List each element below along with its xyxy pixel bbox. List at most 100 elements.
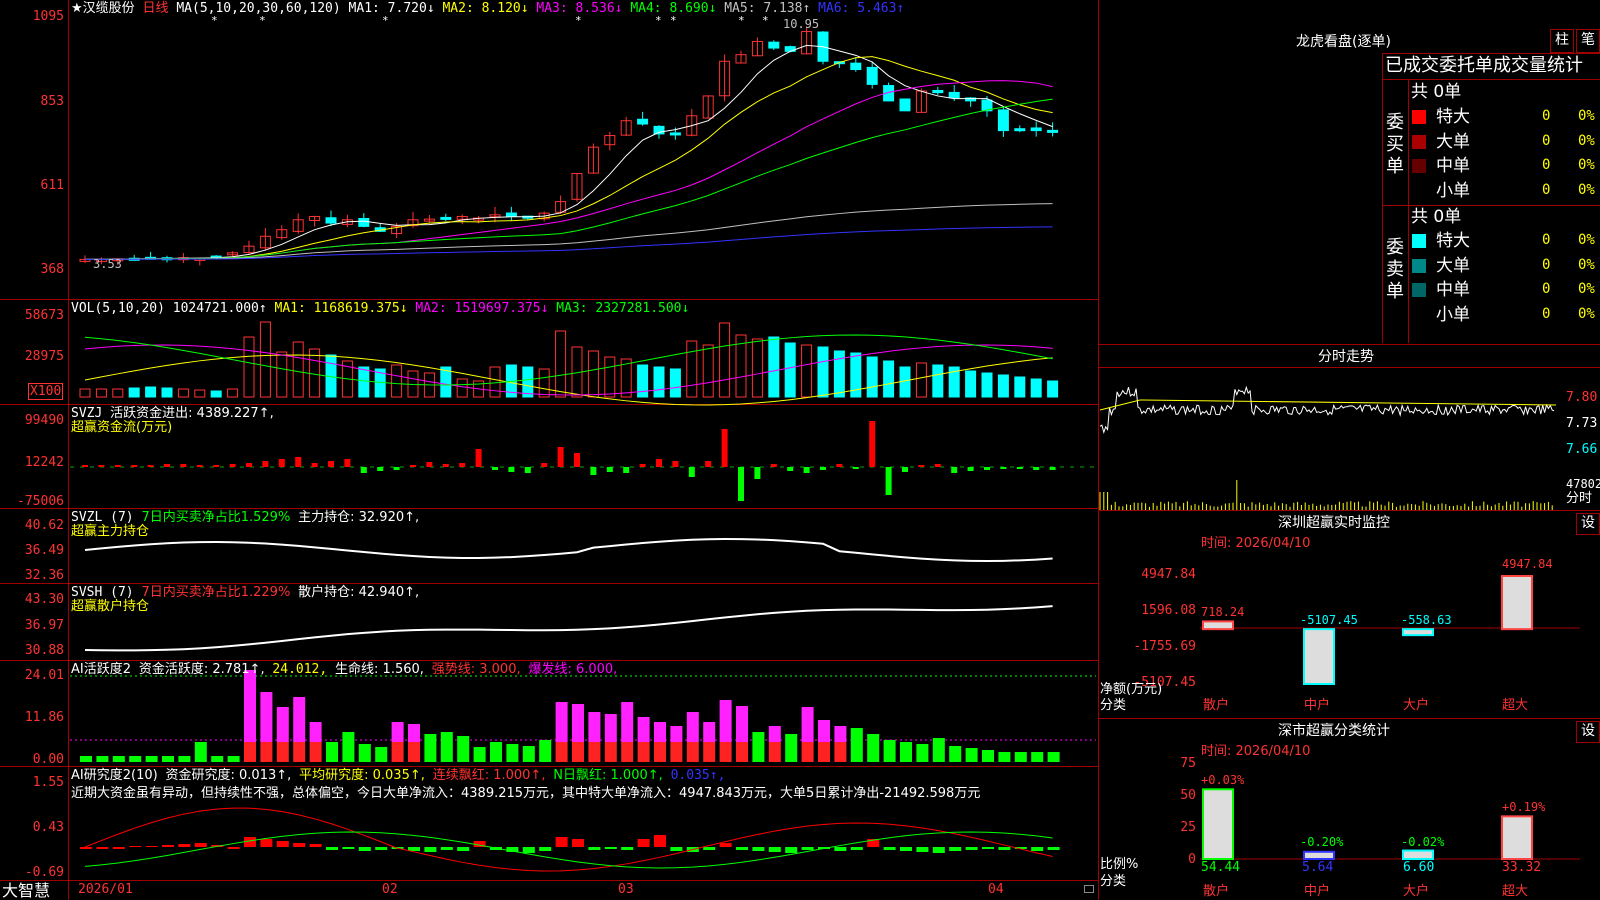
- activity-bar: [818, 720, 830, 742]
- research-bar: [96, 847, 109, 849]
- price-tick: 853: [40, 94, 64, 109]
- svzl-name: SVZL (7): [71, 510, 134, 525]
- fund-flow-bar: [360, 467, 367, 473]
- lock-icon[interactable]: [1084, 885, 1094, 893]
- activity-bar: [440, 732, 453, 762]
- fund-flow-bar: [410, 465, 416, 467]
- fund-flow-bar: [721, 429, 728, 467]
- activity-bar: [276, 707, 289, 742]
- svzj-tick: 12242: [24, 455, 64, 470]
- fund-flow-bar: [639, 464, 646, 467]
- ai2-header: AI研究度2(10) 资金研究度: 0.013↑, 平均研究度: 0.035↑,…: [71, 769, 725, 783]
- activity-bar: [637, 742, 650, 762]
- activity-bar: [129, 756, 142, 762]
- fund-flow-bar: [984, 467, 990, 470]
- ratio-bar: [1402, 849, 1434, 861]
- volume-bar: [309, 348, 321, 398]
- date-tick: 02: [382, 882, 398, 897]
- volume-bar: [358, 366, 370, 398]
- order-count: 0: [1542, 256, 1551, 273]
- research-bar: [719, 843, 732, 847]
- activity-bar: [834, 742, 847, 762]
- activity-bar: [818, 742, 830, 762]
- activity-bar: [654, 742, 666, 762]
- research-bar: [80, 847, 92, 849]
- research-bar: [785, 847, 798, 853]
- activity-bar: [998, 752, 1011, 762]
- activity-bar: [850, 728, 863, 762]
- svzj-label: 活跃资金进出: 4389.227↑,: [110, 406, 274, 421]
- research-bar: [900, 847, 912, 851]
- research-bar: [342, 847, 355, 849]
- research-bar: [358, 847, 371, 851]
- candle-body: [866, 66, 878, 85]
- fund-flow-bar: [803, 467, 810, 473]
- sz-class-settings-button[interactable]: 设: [1576, 721, 1600, 743]
- fund-flow-bar: [590, 467, 597, 475]
- activity-bar: [916, 744, 929, 762]
- fund-flow-bar: [262, 461, 269, 467]
- vol-ma3: MA3: 2327281.500↓: [556, 301, 690, 316]
- ma2-value: MA2: 8.120↓: [442, 1, 529, 16]
- activity-bar: [178, 756, 191, 762]
- ai1-header: AI活跃度2 资金活跃度: 2.781↑, 24.012, 生命线: 1.560…: [71, 663, 617, 677]
- candle-body: [637, 118, 649, 125]
- svzl-tick: 36.49: [24, 543, 64, 558]
- svzl-label: 主力持仓: 32.920↑,: [298, 510, 420, 525]
- price-tick: 368: [40, 262, 64, 277]
- svsh-tick: 36.97: [24, 618, 64, 633]
- activity-bar: [473, 747, 486, 762]
- volume-bar: [686, 340, 698, 398]
- order-percent: 0%: [1578, 181, 1595, 198]
- favorite-star-icon[interactable]: ★: [71, 1, 83, 16]
- svzl-ratio: 7日内买卖净占比1.529%: [141, 510, 291, 525]
- stock-name[interactable]: 汉缆股份: [83, 1, 135, 16]
- volume-bar: [817, 346, 829, 398]
- activity-bar: [736, 742, 748, 762]
- bar-mode-button[interactable]: 柱: [1550, 29, 1574, 53]
- divider: [1382, 53, 1600, 54]
- research-bar: [621, 847, 634, 850]
- svsh-sub: 超赢散户持仓: [71, 599, 150, 614]
- sz-monitor-tick: -1755.69: [1133, 639, 1196, 654]
- fund-flow-bar: [426, 462, 433, 467]
- activity-bar: [654, 722, 666, 742]
- fund-flow-bar: [213, 465, 220, 467]
- ai1-l1: 资金活跃度: 2.781↑,: [138, 662, 265, 677]
- vol-ma2: MA2: 1519697.375↓: [415, 301, 549, 316]
- research-bar: [703, 847, 716, 850]
- sz-monitor-time: 时间: 2026/04/10: [1201, 536, 1311, 551]
- activity-bar: [522, 746, 535, 762]
- sz-class-cat: 散户: [1203, 884, 1230, 899]
- research-bar: [539, 847, 552, 851]
- sz-monitor-settings-button[interactable]: 设: [1576, 513, 1600, 535]
- activity-bar: [555, 702, 568, 742]
- activity-bar: [260, 692, 273, 742]
- ai1-tick: 24.01: [24, 668, 64, 683]
- sz-monitor-cat: 大户: [1403, 698, 1430, 713]
- volume-bar: [227, 388, 239, 398]
- order-percent: 0%: [1578, 157, 1595, 173]
- period-label[interactable]: 日线: [143, 1, 169, 16]
- kline-chart[interactable]: * * * * * * * *: [0, 0, 1098, 900]
- legend-swatch: [1412, 159, 1426, 173]
- fund-flow-bar: [164, 464, 170, 467]
- research-bar: [572, 839, 584, 847]
- fund-flow-bar: [196, 465, 203, 467]
- app-logo[interactable]: 大智慧: [2, 882, 50, 900]
- sz-monitor-xlabel: 分类: [1100, 698, 1127, 713]
- tick-mode-button[interactable]: 笔: [1576, 29, 1600, 53]
- volume-bar: [522, 366, 534, 398]
- fund-flow-bar: [114, 465, 121, 467]
- ai1-l2: 24.012,: [272, 662, 328, 677]
- vol-value: 1024721.000↑: [172, 301, 267, 316]
- candle-body: [505, 212, 517, 217]
- volume-bar: [965, 370, 977, 398]
- sz-class-value: 5.64: [1302, 860, 1334, 875]
- activity-bar: [949, 746, 962, 762]
- vol-tick: 58673: [24, 308, 64, 323]
- activity-bar: [719, 700, 732, 742]
- svsh-header: SVSH (7) 7日内买卖净占比1.229% 散户持仓: 42.940↑,: [71, 586, 419, 600]
- activity-bar: [309, 722, 322, 742]
- activity-bar: [768, 742, 781, 762]
